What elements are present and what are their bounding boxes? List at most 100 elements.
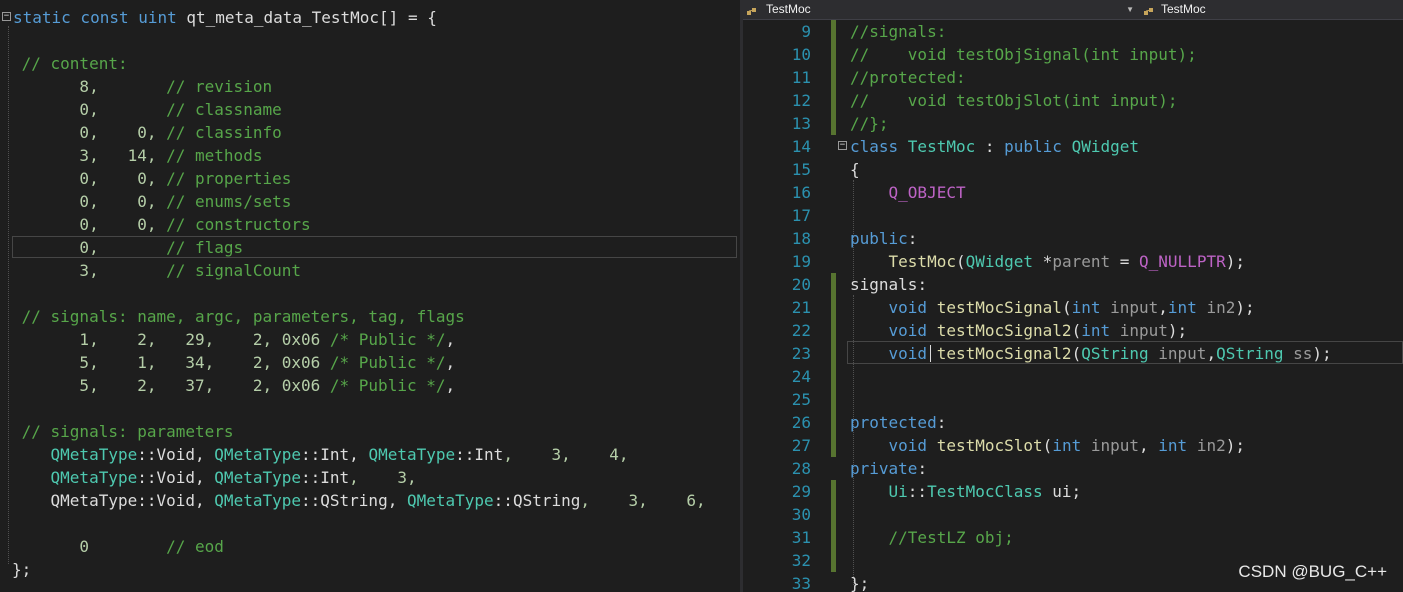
code-token: // signals: name, argc, parameters, tag,… xyxy=(12,307,465,326)
code-token: static const uint xyxy=(13,8,187,27)
code-token: : xyxy=(917,275,928,294)
class-icon xyxy=(1143,4,1154,15)
code-line: protected: xyxy=(850,411,946,434)
code-token: QString xyxy=(320,491,388,510)
line-number: 30 xyxy=(791,505,811,524)
code-token: // enums/sets xyxy=(166,192,292,211)
code-token: ); xyxy=(1167,321,1188,340)
code-token: public xyxy=(850,229,908,248)
code-token: // void testObjSlot(int input); xyxy=(850,91,1178,110)
code-token: testMocSignal xyxy=(936,298,1062,317)
code-token: // eod xyxy=(166,537,224,556)
code-token: testMocSlot xyxy=(936,436,1043,455)
change-marker xyxy=(831,526,836,549)
code-line: { xyxy=(850,158,860,181)
change-marker xyxy=(831,43,836,66)
code-token: int xyxy=(1071,298,1111,317)
class-dropdown-label: TestMoc xyxy=(1161,2,1206,16)
code-line: 3, // signalCount xyxy=(12,259,740,282)
code-token: // revision xyxy=(166,77,273,96)
code-line: QMetaType::Void, QMetaType::Int, QMetaTy… xyxy=(12,443,740,466)
collapse-icon[interactable]: − xyxy=(838,141,847,150)
line-number: 16 xyxy=(791,183,811,202)
code-token: QMetaType xyxy=(214,445,301,464)
code-token: Int xyxy=(320,445,350,464)
code-token: Ui xyxy=(888,482,908,501)
change-marker xyxy=(831,503,836,526)
code-token: , xyxy=(445,353,456,372)
line-number: 32 xyxy=(791,551,811,570)
line-number: 15 xyxy=(791,160,811,179)
code-token: ); xyxy=(1235,298,1255,317)
code-line: 0, 0, // constructors xyxy=(12,213,740,236)
code-token: ( xyxy=(1071,321,1082,340)
code-token: 0, 0, xyxy=(12,192,167,211)
code-token: testMocSignal2 xyxy=(936,321,1072,340)
line-number: 20 xyxy=(791,275,811,294)
line-number: 10 xyxy=(791,45,811,64)
code-token: int xyxy=(1052,436,1091,455)
code-token: * xyxy=(1033,252,1053,271)
code-token: input xyxy=(1090,436,1140,455)
left-code-editor[interactable]: − static const uint qt_meta_data_TestMoc… xyxy=(0,0,740,592)
code-line: public: xyxy=(850,227,917,250)
line-number: 18 xyxy=(791,229,811,248)
code-token: QMetaType::Void, xyxy=(12,491,215,510)
code-token: void xyxy=(888,436,937,455)
change-marker xyxy=(831,434,836,457)
class-dropdown[interactable]: TestMoc xyxy=(1141,0,1401,19)
line-number: 27 xyxy=(791,436,811,455)
code-token: ); xyxy=(1225,436,1245,455)
code-line: class TestMoc : public QWidget xyxy=(850,135,1139,158)
code-token: void xyxy=(888,344,937,363)
project-dropdown[interactable]: TestMoc ▼ xyxy=(746,0,1136,19)
code-token: input xyxy=(1110,298,1159,317)
change-marker xyxy=(831,480,836,503)
line-number: 26 xyxy=(791,413,811,432)
code-token: , xyxy=(387,491,407,510)
code-token: input xyxy=(1119,321,1168,340)
code-token: signals xyxy=(850,275,918,294)
project-dropdown-label: TestMoc xyxy=(766,2,811,16)
code-token: //protected: xyxy=(850,68,966,87)
code-line: QMetaType::Void, QMetaType::QString, QMe… xyxy=(12,489,740,512)
code-token: QString xyxy=(1081,344,1159,363)
code-token: : xyxy=(907,229,918,248)
code-token: Int xyxy=(320,468,350,487)
change-marker xyxy=(831,319,836,342)
code-token: 3, xyxy=(12,261,167,280)
collapse-icon[interactable]: − xyxy=(2,12,11,21)
change-marker xyxy=(831,66,836,89)
line-number: 21 xyxy=(791,298,811,317)
code-token: QMetaType xyxy=(50,445,138,464)
code-token: ); xyxy=(1225,252,1245,271)
code-line: //TestLZ obj; xyxy=(850,526,1014,549)
code-token: 1, 2, 29, 2, 0x06 xyxy=(12,330,330,349)
code-token: , xyxy=(1158,298,1168,317)
line-number: 23 xyxy=(791,344,811,363)
code-token: 0, xyxy=(12,238,167,257)
right-code-editor[interactable]: TestMoc ▼ TestMoc − 9 //signals: 10 // void… xyxy=(743,0,1403,592)
line-number: 13 xyxy=(791,114,811,133)
code-line: QMetaType::Void, QMetaType::Int, 3, xyxy=(12,466,740,489)
code-token: input xyxy=(1158,344,1207,363)
code-token: // content: xyxy=(12,54,128,73)
code-token: 0, 0, xyxy=(12,123,167,142)
code-token: int xyxy=(1167,298,1207,317)
code-token: // methods xyxy=(166,146,263,165)
code-line: 5, 1, 34, 2, 0x06 /* Public */, xyxy=(12,351,740,374)
line-number: 14 xyxy=(791,137,811,156)
code-token: , 3, 6, xyxy=(580,491,706,510)
change-marker xyxy=(831,296,836,319)
code-token: QMetaType xyxy=(214,491,301,510)
line-number: 17 xyxy=(791,206,811,225)
code-line: 8, // revision xyxy=(12,75,740,98)
